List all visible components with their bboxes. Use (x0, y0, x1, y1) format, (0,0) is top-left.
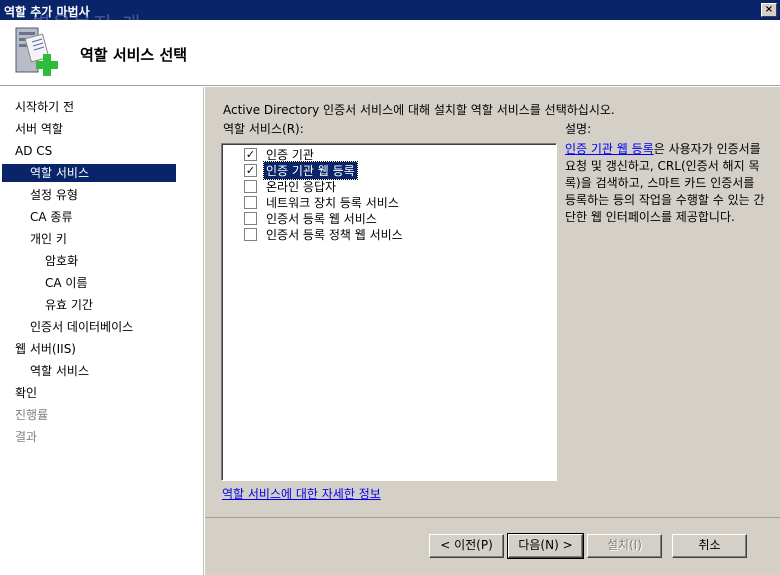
nav-step-item: 시작하기 전 (15, 100, 75, 114)
nav-step-item: AD CS (15, 144, 53, 158)
title-bar: 역할 추가 마법사 × (0, 0, 780, 20)
nav-step-item: 역할 서비스 (30, 364, 90, 378)
description-text: 인증 기관 웹 등록은 사용자가 인증서를 요청 및 갱신하고, CRL(인증서… (565, 141, 765, 226)
nav-step-item: 개인 키 (30, 232, 67, 246)
nav-step-item: 결과 (15, 430, 38, 444)
nav-step-item: 진행률 (15, 408, 49, 422)
server-add-icon (15, 27, 58, 76)
window-title: 역할 추가 마법사 (4, 5, 90, 19)
role-service-row[interactable]: 인증서 등록 웹 서비스 (244, 210, 379, 226)
role-service-checkbox[interactable]: ✓ (244, 147, 257, 161)
instruction-text: Active Directory 인증서 서비스에 대해 설치할 역할 서비스를… (223, 103, 615, 117)
description-label: 설명: (565, 122, 592, 136)
nav-step-item: CA 종류 (30, 210, 73, 224)
next-button[interactable]: 다음(N) > (507, 533, 584, 559)
more-info-link[interactable]: 역할 서비스에 대한 자세한 정보 (222, 485, 381, 502)
role-service-checkbox[interactable] (244, 227, 257, 241)
nav-step-item: 인증서 데이터베이스 (30, 320, 134, 334)
nav-step-item: 역할 서비스 (2, 164, 176, 182)
nav-step-item: 서버 역할 (15, 122, 63, 136)
role-service-row[interactable]: 인증서 등록 정책 웹 서비스 (244, 226, 405, 242)
role-service-row[interactable]: ✓ 인증 기관 웹 등록 (244, 160, 358, 180)
role-service-label: 인증 기관 (266, 147, 314, 162)
nav-step-item: 설정 유형 (30, 188, 78, 202)
role-services-label: 역할 서비스(R): (223, 122, 304, 136)
description-link[interactable]: 인증 기관 웹 등록 (565, 142, 654, 156)
role-service-label: 인증서 등록 웹 서비스 (266, 211, 377, 226)
role-service-checkbox[interactable] (244, 211, 257, 225)
role-service-label: 인증서 등록 정책 웹 서비스 (266, 227, 403, 242)
previous-button[interactable]: < 이전(P) (429, 534, 504, 558)
cancel-button[interactable]: 취소 (672, 534, 747, 558)
role-service-row[interactable]: ✓ 인증 기관 (244, 146, 316, 162)
close-button[interactable]: × (761, 3, 777, 17)
role-service-row[interactable]: 온라인 응답자 (244, 178, 338, 194)
wizard-steps-nav: 시작하기 전 서버 역할 AD CS 역할 서비스 설정 유형 CA 종류 개인 키 암호화 C… (0, 87, 204, 575)
main-panel: Active Directory 인증서 서비스에 대해 설치할 역할 서비스를… (205, 87, 780, 517)
nav-step-item: CA 이름 (45, 276, 88, 290)
role-services-list[interactable]: ✓ 인증 기관 ✓ 인증 기관 웹 등록 온라인 응답자 네트워크 장치 등록 서비스 인증… (221, 143, 557, 481)
role-service-row[interactable]: 네트워크 장치 등록 서비스 (244, 194, 401, 210)
nav-step-item: 웹 서버(IIS) (15, 342, 76, 356)
role-service-label: 온라인 응답자 (266, 179, 337, 194)
role-service-label: 네트워크 장치 등록 서비스 (266, 195, 399, 210)
button-bar: < 이전(P) 다음(N) > 설치(I) 취소 (205, 517, 780, 575)
nav-step-item: 확인 (15, 386, 38, 400)
role-service-label: 인증 기관 웹 등록 (263, 160, 358, 180)
role-service-checkbox[interactable]: ✓ (244, 163, 257, 177)
nav-step-item: 암호화 (45, 254, 79, 268)
role-service-checkbox[interactable] (244, 195, 257, 209)
install-button[interactable]: 설치(I) (587, 534, 662, 558)
role-service-checkbox[interactable] (244, 179, 257, 193)
page-title: 역할 서비스 선택 (80, 46, 188, 64)
nav-step-item: 유효 기간 (45, 298, 93, 312)
wizard-header: 역할 서비스 선택 (0, 20, 780, 86)
